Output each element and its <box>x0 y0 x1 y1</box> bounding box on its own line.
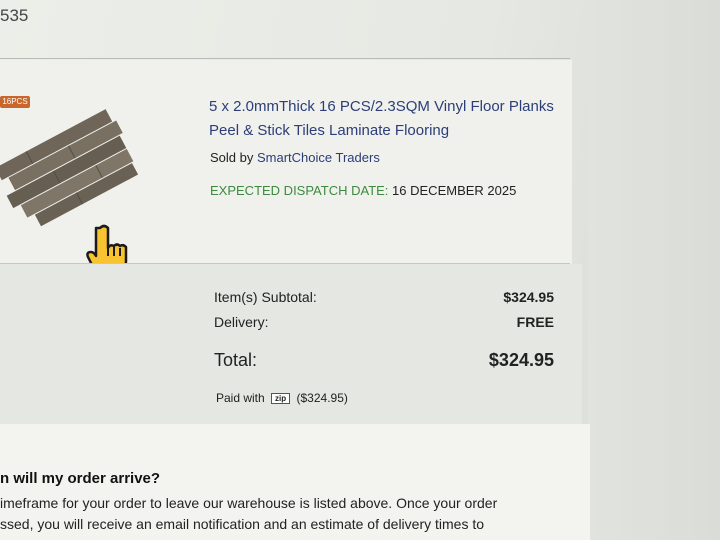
delivery-info-text: imeframe for your order to leave our war… <box>0 495 498 511</box>
product-title-link[interactable]: 5 x 2.0mmThick 16 PCS/2.3SQM Vinyl Floor… <box>209 95 569 143</box>
delivery-question-heading: n will my order arrive? <box>0 470 161 487</box>
divider <box>0 58 570 59</box>
delivery-value: FREE <box>516 314 554 330</box>
subtotal-value: $324.95 <box>503 289 554 305</box>
product-image[interactable] <box>0 105 140 235</box>
subtotal-label: Item(s) Subtotal: <box>214 289 317 305</box>
total-value: $324.95 <box>488 350 554 370</box>
delivery-row: Delivery: FREE <box>214 314 554 330</box>
total-row: Total: $324.95 <box>214 350 554 371</box>
total-label: Total: <box>214 350 258 370</box>
sold-by-label: Sold by <box>210 150 254 165</box>
subtotal-row: Item(s) Subtotal: $324.95 <box>214 289 554 305</box>
monitor-bezel <box>588 0 720 540</box>
order-number: 535 <box>0 6 29 25</box>
zip-logo-icon: zip <box>271 393 291 404</box>
payment-line: Paid with zip ($324.95) <box>216 391 348 405</box>
floor-planks-image <box>0 109 139 227</box>
dispatch-label: EXPECTED DISPATCH DATE: <box>210 183 389 198</box>
seller-link[interactable]: SmartChoice Traders <box>257 150 380 165</box>
delivery-label: Delivery: <box>214 314 269 330</box>
paid-with-label: Paid with <box>216 391 265 405</box>
seller-line: Sold by SmartChoice Traders <box>210 150 380 165</box>
delivery-info-text: ssed, you will receive an email notifica… <box>0 516 485 532</box>
paid-amount: ($324.95) <box>296 391 348 405</box>
dispatch-line: EXPECTED DISPATCH DATE: 16 DECEMBER 2025 <box>210 183 516 198</box>
dispatch-date: 16 DECEMBER 2025 <box>392 183 517 198</box>
